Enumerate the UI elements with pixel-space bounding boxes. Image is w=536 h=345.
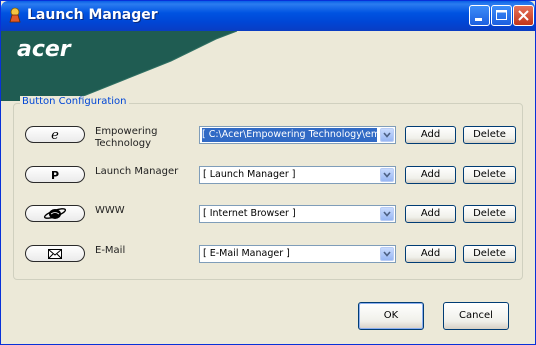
globe-icon [43,208,67,219]
chevron-down-icon [383,132,391,138]
logo-banner [1,30,535,102]
banner-graphic [1,30,238,102]
window-title: Launch Manager [27,7,158,23]
launch-manager-window: Launch Manager acer Button Configuration… [0,0,536,345]
empowering-program-select[interactable]: [ C:\Acer\Empowering Technology\emp [199,126,396,144]
www-program-value: [ Internet Browser ] [203,208,296,219]
svg-text:e: e [51,128,59,142]
empowering-label: Empowering Technology [95,126,157,150]
e-key-icon: e [51,128,59,142]
empowering-program-value: [ C:\Acer\Empowering Technology\emp [202,128,377,142]
empowering-label-line1: Empowering [95,126,158,137]
minimize-button[interactable] [469,5,490,26]
empowering-key-button[interactable]: e [25,126,85,143]
dropdown-arrow-button[interactable] [380,247,394,261]
add-button-email[interactable]: Add [405,245,456,263]
delete-button-launch-manager[interactable]: Delete [463,166,516,184]
add-button-empowering[interactable]: Add [405,126,456,144]
www-program-select[interactable]: [ Internet Browser ] [199,205,396,223]
acer-logo: acer [17,37,71,62]
add-button-www[interactable]: Add [405,205,456,223]
envelope-icon [48,249,62,259]
www-label: WWW [95,205,125,217]
dropdown-arrow-button[interactable] [380,168,394,182]
maximize-button[interactable] [491,5,512,26]
dropdown-arrow-button[interactable] [380,207,394,221]
email-label: E-Mail [95,245,125,257]
group-title: Button Configuration [20,96,129,107]
maximize-icon [496,10,507,20]
delete-button-email[interactable]: Delete [463,245,516,263]
button-configuration-group: Button Configuration e Empowering Techno… [13,96,523,280]
cancel-button[interactable]: Cancel [443,302,509,330]
svg-text:P: P [51,169,59,182]
www-key-button[interactable] [25,205,85,222]
email-key-button[interactable] [25,245,85,262]
launch-manager-label-line1: Launch Manager [95,166,179,177]
chevron-down-icon [383,251,391,257]
launch-manager-label: Launch Manager [95,166,178,178]
delete-button-www[interactable]: Delete [463,205,516,223]
launch-manager-key-button[interactable]: P [25,166,85,183]
email-program-select[interactable]: [ E-Mail Manager ] [199,245,396,263]
title-bar[interactable]: Launch Manager [1,1,535,31]
email-label-line1: E-Mail [95,245,126,256]
www-label-line1: WWW [95,205,125,216]
launch-manager-program-value: [ Launch Manager ] [203,169,296,180]
app-icon [9,7,21,23]
delete-button-empowering[interactable]: Delete [463,126,516,144]
email-program-value: [ E-Mail Manager ] [203,248,290,259]
chevron-down-icon [383,172,391,178]
dropdown-arrow-button[interactable] [380,128,394,142]
close-icon [518,10,529,21]
ok-button[interactable]: OK [358,302,424,330]
close-button[interactable] [513,5,534,26]
minimize-icon [475,18,482,21]
empowering-label-line2: Technology [95,138,152,149]
launch-manager-program-select[interactable]: [ Launch Manager ] [199,166,396,184]
chevron-down-icon [383,211,391,217]
p-key-icon: P [51,169,59,182]
add-button-launch-manager[interactable]: Add [405,166,456,184]
